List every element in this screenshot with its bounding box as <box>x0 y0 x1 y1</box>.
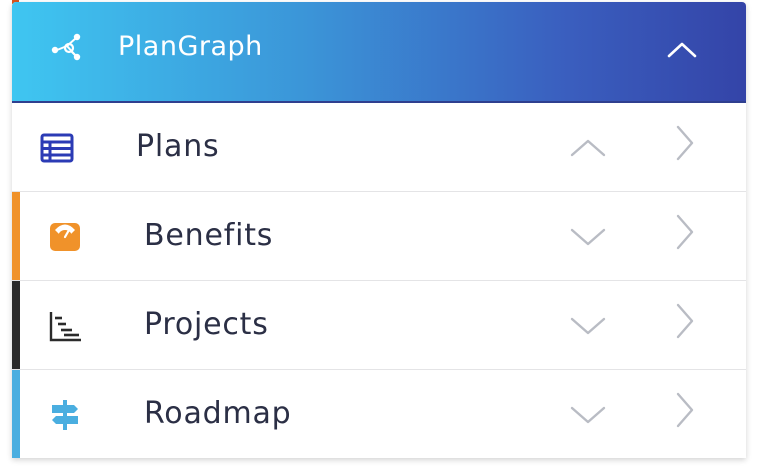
chevron-down-icon[interactable] <box>568 309 608 343</box>
chevron-up-icon[interactable] <box>568 131 608 165</box>
table-icon <box>40 133 74 163</box>
scale-icon <box>50 223 80 251</box>
gantt-chart-icon <box>49 312 81 342</box>
chevron-right-icon[interactable] <box>672 123 698 163</box>
chevron-right-icon[interactable] <box>672 390 698 430</box>
accent-bar <box>12 370 20 458</box>
menu-list: Plans Benefits Projects Roadmap <box>12 103 746 458</box>
menu-item-label: Plans <box>136 129 220 164</box>
app-title: PlanGraph <box>118 31 263 62</box>
signpost-icon <box>52 400 78 430</box>
menu-item-label: Projects <box>144 307 269 342</box>
panel-header[interactable]: PlanGraph <box>12 2 746 103</box>
chevron-down-icon[interactable] <box>568 220 608 254</box>
chevron-down-icon[interactable] <box>568 398 608 432</box>
chevron-right-icon[interactable] <box>672 301 698 341</box>
menu-item-projects[interactable]: Projects <box>12 281 746 370</box>
plangraph-panel: PlanGraph Plans Benefits Projects Roadma… <box>12 2 746 458</box>
network-graph-icon <box>51 33 81 61</box>
accent-bar <box>12 192 20 280</box>
menu-item-plans[interactable]: Plans <box>12 103 746 192</box>
menu-item-benefits[interactable]: Benefits <box>12 192 746 281</box>
menu-item-label: Benefits <box>144 218 274 253</box>
menu-item-label: Roadmap <box>144 396 292 431</box>
menu-item-roadmap[interactable]: Roadmap <box>12 370 746 458</box>
chevron-right-icon[interactable] <box>672 212 698 252</box>
accent-bar <box>12 281 20 369</box>
chevron-up-icon[interactable] <box>663 34 701 64</box>
